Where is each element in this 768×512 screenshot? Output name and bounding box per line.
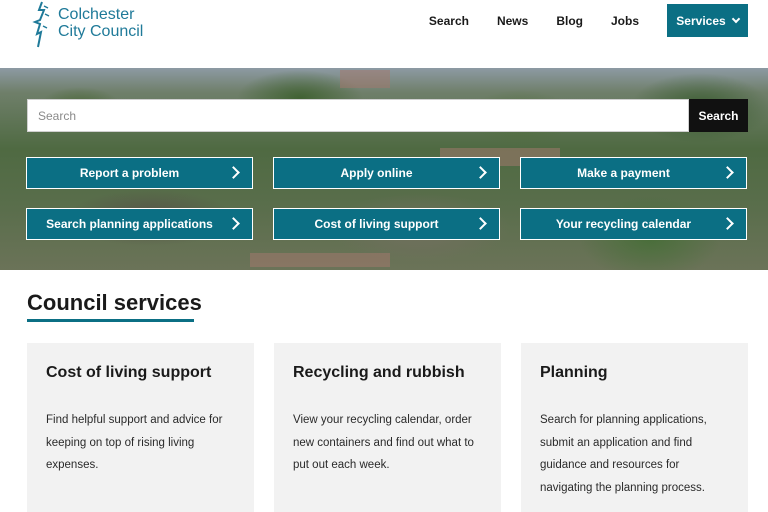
section-title: Council services xyxy=(27,290,202,315)
service-card-recycling[interactable]: Recycling and rubbish View your recyclin… xyxy=(274,343,501,512)
quick-link-recycling-calendar[interactable]: Your recycling calendar xyxy=(520,208,747,240)
chevron-down-icon xyxy=(731,14,740,23)
quick-link-label: Make a payment xyxy=(577,166,670,180)
services-label: Services xyxy=(676,13,726,28)
search-input[interactable] xyxy=(27,99,689,132)
quick-link-apply-online[interactable]: Apply online xyxy=(273,157,500,189)
quick-link-label: Your recycling calendar xyxy=(555,217,692,231)
quick-link-make-payment[interactable]: Make a payment xyxy=(520,157,747,189)
quick-link-cost-of-living[interactable]: Cost of living support xyxy=(273,208,500,240)
service-card-title: Planning xyxy=(540,364,608,381)
service-card-title: Cost of living support xyxy=(46,364,212,381)
main-nav: Search News Blog Jobs Services xyxy=(401,4,748,37)
quick-link-report-problem[interactable]: Report a problem xyxy=(26,157,253,189)
site-header: Colchester City Council Search News Blog… xyxy=(0,0,768,68)
services-menu-button[interactable]: Services xyxy=(667,4,748,37)
hero-photo-detail xyxy=(340,70,390,88)
council-crest-icon xyxy=(32,1,50,48)
service-card-planning[interactable]: Planning Search for planning application… xyxy=(521,343,748,512)
service-card-text: Find helpful support and advice for keep… xyxy=(46,414,223,471)
chevron-right-icon xyxy=(474,217,487,230)
chevron-right-icon xyxy=(474,166,487,179)
nav-search[interactable]: Search xyxy=(429,14,469,28)
section-title-underline xyxy=(27,319,194,322)
logo-line-1: Colchester xyxy=(58,6,135,23)
hero-photo-detail xyxy=(250,253,390,267)
quick-link-label: Report a problem xyxy=(79,166,180,180)
site-search: Search xyxy=(27,99,748,132)
chevron-right-icon xyxy=(721,217,734,230)
quick-link-label: Search planning applications xyxy=(46,217,213,231)
search-button[interactable]: Search xyxy=(689,99,748,132)
logo-line-2: City Council xyxy=(58,23,144,40)
service-card-title: Recycling and rubbish xyxy=(293,364,465,381)
service-card-text: Search for planning applications, submit… xyxy=(540,414,707,494)
quick-link-label: Apply online xyxy=(340,166,413,180)
service-card-cost-of-living[interactable]: Cost of living support Find helpful supp… xyxy=(27,343,254,512)
quick-link-planning-applications[interactable]: Search planning applications xyxy=(26,208,253,240)
nav-blog[interactable]: Blog xyxy=(556,14,583,28)
chevron-right-icon xyxy=(227,166,240,179)
hero-banner: Search Report a problem Apply online Mak… xyxy=(0,68,768,270)
nav-news[interactable]: News xyxy=(497,14,528,28)
chevron-right-icon xyxy=(721,166,734,179)
service-card-text: View your recycling calendar, order new … xyxy=(293,414,474,471)
nav-jobs[interactable]: Jobs xyxy=(611,14,639,28)
quick-link-label: Cost of living support xyxy=(314,217,439,231)
site-logo[interactable]: Colchester City Council xyxy=(28,0,143,50)
